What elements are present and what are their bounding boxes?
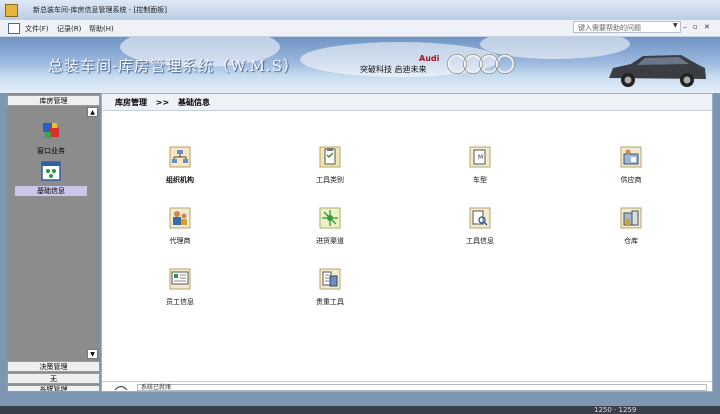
breadcrumb-section[interactable]: 库房管理 [115,98,147,107]
warehouse-icon [620,207,642,229]
tool-category-icon [319,146,341,168]
tile-agent[interactable]: 代理商 [135,207,225,246]
audi-rings-logo [447,54,515,74]
purchase-channel-icon [319,207,341,229]
sidebar: 库房管理 ▲ 窗口业务 基础信息 ▼ 决策管理 无 系统管理 [7,93,100,392]
window-business-icon [43,123,59,138]
window-titlebar: 新总装车间-库房信息管理系统 - [控制面板] [0,0,720,21]
restore-button[interactable]: ▫ [693,23,698,31]
tile-tool-info[interactable]: 工具信息 [435,207,525,246]
help-search-input[interactable]: 键入需要帮助的问题 [573,21,681,33]
sidebar-header-none[interactable]: 无 [7,373,100,384]
header-banner: 总装车间-库房管理系统（W.M.S） 突破科技 启迪未来 Audi [0,37,720,93]
mdi-window-icon[interactable] [8,23,20,34]
menu-record[interactable]: 记录(R) [57,24,81,34]
system-title: 总装车间-库房管理系统（W.M.S） [48,57,300,75]
tile-purchase-channel[interactable]: 进货渠道 [285,207,375,246]
tile-supplier[interactable]: 供应商 [586,146,676,185]
chevron-down-icon[interactable]: ▼ [673,22,678,29]
basic-info-icon [41,161,61,181]
app-icon[interactable] [5,4,18,17]
status-row: 系统已就绪 [102,381,712,393]
tile-car-model[interactable]: M 车型 [435,146,525,185]
scroll-down-button[interactable]: ▼ [87,349,98,359]
scroll-up-button[interactable]: ▲ [87,107,98,117]
agent-icon [169,207,191,229]
taskbar: 1250 · 1259 [0,406,720,414]
valuable-tool-icon [319,268,341,290]
breadcrumb-separator: >> [155,98,170,107]
tile-valuable-tool[interactable]: 贵重工具 [285,268,375,307]
sidebar-header-decision[interactable]: 决策管理 [7,361,100,372]
tile-label: 代理商 [169,237,191,245]
tool-info-icon [469,207,491,229]
tile-label: 进货渠道 [316,237,344,245]
menu-help[interactable]: 帮助(H) [89,24,114,34]
tile-organization[interactable]: 组织机构 [135,146,225,185]
sidebar-item-label: 窗口业务 [37,147,65,155]
menu-file[interactable]: 文件(F) [25,24,49,34]
brand-name: Audi [419,54,440,63]
sidebar-item-label: 基础信息 [15,186,87,196]
sidebar-header-warehouse[interactable]: 库房管理 [7,95,100,106]
tile-label: 车型 [473,176,487,184]
close-button[interactable]: ✕ [704,23,710,31]
car-image [609,55,706,87]
tile-label: 员工信息 [166,298,194,306]
tile-label: 供应商 [620,176,642,184]
breadcrumb-page: 基础信息 [178,98,210,107]
main-panel: 库房管理 >> 基础信息 组织机构 工具类别 M 车型 供应商 代理商 进货渠道… [101,93,713,392]
tile-employee-info[interactable]: 员工信息 [135,268,225,307]
taskbar-text: 1250 · 1259 [594,406,637,414]
svg-text:M: M [478,154,483,161]
tile-label: 组织机构 [166,176,194,184]
tile-label: 工具信息 [466,237,494,245]
status-field: 系统已就绪 [137,384,707,391]
tile-warehouse[interactable]: 仓库 [586,207,676,246]
breadcrumb: 库房管理 >> 基础信息 [102,94,712,111]
menu-bar: 文件(F) 记录(R) 帮助(H) 键入需要帮助的问题 ▼ – ▫ ✕ [0,20,720,37]
supplier-icon [620,146,642,168]
sidebar-item-window-business[interactable]: 窗口业务 [15,121,87,156]
tile-label: 工具类别 [316,176,344,184]
window-title: 新总装车间-库房信息管理系统 - [控制面板] [33,6,167,14]
employee-info-icon [169,268,191,290]
tile-label: 贵重工具 [316,298,344,306]
sidebar-header-system[interactable]: 系统管理 [7,385,100,392]
organization-icon [169,146,191,168]
minimize-button[interactable]: – [683,23,687,31]
sidebar-item-basic-info[interactable]: 基础信息 [15,161,87,196]
status-icon [114,385,128,391]
car-model-icon: M [469,146,491,168]
tile-label: 仓库 [624,237,638,245]
slogan: 突破科技 启迪未来 [360,65,427,74]
tile-tool-category[interactable]: 工具类别 [285,146,375,185]
